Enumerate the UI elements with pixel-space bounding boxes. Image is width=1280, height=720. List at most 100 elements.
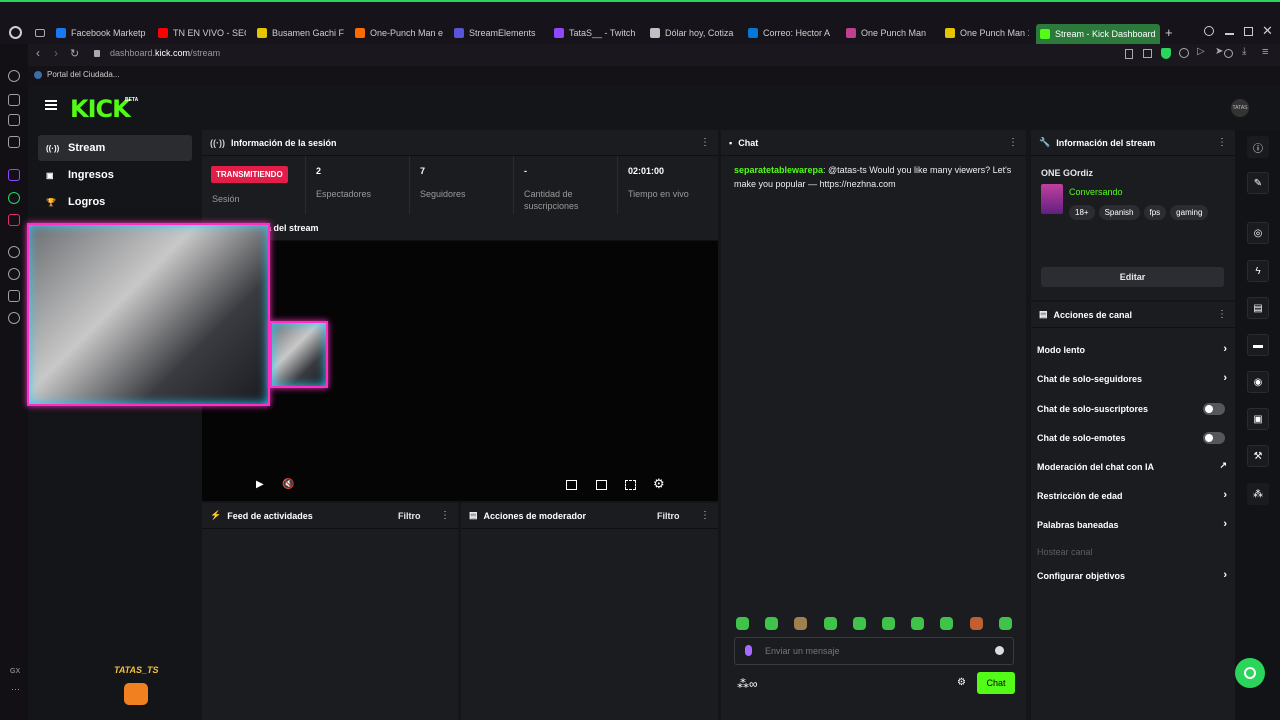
kick-logo[interactable]: KICK [70, 95, 131, 123]
stream-tag[interactable]: Spanish [1098, 205, 1140, 220]
camera-icon[interactable]: ▣ [1247, 408, 1269, 430]
session-options-icon[interactable]: ⋮ [700, 137, 710, 148]
settings-gear-icon[interactable]: ⚙ [653, 476, 665, 492]
back-icon[interactable]: ‹ [36, 46, 40, 60]
channel-action-item[interactable]: Palabras baneadas › [1037, 515, 1233, 535]
player-icon[interactable] [8, 246, 20, 258]
emote-icon[interactable] [852, 617, 866, 630]
emote-icon[interactable] [736, 617, 749, 630]
ad-block-icon[interactable] [1179, 48, 1189, 58]
mod-filter-button[interactable]: Filtro [657, 511, 680, 521]
user-avatar[interactable]: TATAS [1231, 99, 1249, 117]
extensions-icon[interactable] [8, 290, 20, 302]
instagram-icon[interactable] [8, 214, 20, 226]
bookmark-item[interactable]: Portal del Ciudada... [34, 70, 120, 79]
miniplayer-icon[interactable] [566, 480, 577, 490]
feed-filter-button[interactable]: Filtro [398, 511, 421, 521]
stream-tag[interactable]: fps [1143, 205, 1167, 220]
send-icon[interactable]: ➤ [1215, 46, 1223, 57]
nav-item[interactable]: ▣ Ingresos [38, 162, 192, 188]
stream-info-options-icon[interactable]: ⋮ [1217, 137, 1227, 148]
toggle-switch[interactable] [1203, 403, 1225, 415]
maximize-icon[interactable] [1244, 27, 1253, 36]
gx-store-icon[interactable] [8, 94, 20, 106]
scan-icon[interactable]: ◎ [1247, 222, 1269, 244]
emote-icon[interactable] [911, 617, 925, 630]
emote-icon[interactable] [882, 617, 895, 630]
feed-options-icon[interactable]: ⋮ [440, 510, 450, 521]
gx-player-icon[interactable] [8, 114, 20, 126]
new-tab-button[interactable]: + [1165, 25, 1173, 40]
browser-tab[interactable]: TataS__ - Twitch [550, 24, 639, 42]
wrench-tool-icon[interactable]: ⚒ [1247, 445, 1269, 467]
channel-action-item[interactable]: Chat de solo-suscriptores [1037, 399, 1233, 419]
menu-icon[interactable]: ≡ [1262, 46, 1268, 58]
settings-icon[interactable] [8, 312, 20, 324]
emoji-icon[interactable] [995, 646, 1004, 655]
browser-tab[interactable]: One-Punch Man e [351, 24, 443, 42]
browser-tab[interactable]: Stream - Kick Dashboard [1036, 24, 1160, 44]
chat-send-button[interactable]: Chat [977, 672, 1015, 694]
whatsapp-icon[interactable] [8, 192, 20, 204]
emote-icon[interactable] [794, 617, 808, 630]
fullscreen-icon[interactable] [625, 480, 636, 490]
forward-icon[interactable]: › [54, 46, 58, 60]
mute-icon[interactable]: 🔇 [282, 479, 294, 490]
hamburger-menu-icon[interactable] [45, 100, 57, 110]
history-icon[interactable] [8, 268, 20, 280]
snapshot-icon[interactable] [1143, 49, 1152, 58]
channel-action-item[interactable]: Configurar objetivos › [1037, 566, 1233, 586]
emote-icon[interactable] [998, 617, 1012, 630]
gx-control-icon[interactable] [8, 70, 20, 82]
browser-tab[interactable]: TN EN VIVO - SEG [154, 24, 246, 42]
broadcast-tool-icon[interactable]: ◉ [1247, 371, 1269, 393]
emote-icon[interactable] [823, 617, 837, 630]
bookmark-icon[interactable] [1125, 49, 1133, 59]
chat-message-input[interactable] [765, 643, 985, 659]
twitch-icon[interactable] [8, 169, 20, 181]
close-window-icon[interactable]: ✕ [1262, 23, 1273, 39]
browser-tab[interactable]: One Punch Man [842, 24, 934, 42]
channel-action-item[interactable]: Chat de solo-seguidores › [1037, 369, 1233, 389]
url-field[interactable]: dashboard.kick.com/stream [110, 48, 220, 58]
lightning-icon[interactable]: ϟ [1247, 260, 1269, 282]
theater-mode-icon[interactable] [596, 480, 607, 490]
channel-actions-options-icon[interactable]: ⋮ [1217, 309, 1227, 320]
opera-gx-logo-icon[interactable] [9, 26, 22, 39]
account-icon[interactable] [1224, 49, 1233, 58]
emote-icon[interactable] [765, 617, 779, 630]
chat-bubble-icon[interactable]: ▬ [1247, 334, 1269, 356]
chat-input[interactable] [734, 637, 1014, 665]
download-icon[interactable]: ⤓ [1242, 46, 1246, 57]
browser-tab[interactable]: Correo: Hector A [744, 24, 835, 42]
edit-button[interactable]: Editar [1041, 267, 1224, 287]
channel-action-item[interactable]: Chat de solo-emotes [1037, 428, 1233, 448]
stream-tag[interactable]: gaming [1170, 205, 1209, 220]
tabs-icon[interactable] [35, 29, 45, 37]
browser-tab[interactable]: Dólar hoy, Cotiza [646, 24, 737, 42]
channel-action-item[interactable]: Modo lento › [1037, 340, 1233, 360]
note-icon[interactable]: ▤ [1247, 297, 1269, 319]
info-icon[interactable]: ⓘ [1247, 136, 1269, 158]
chat-username[interactable]: separatetablewarepa [734, 165, 823, 175]
mic-icon[interactable] [745, 645, 752, 656]
edit-pencil-icon[interactable]: ✎ [1247, 172, 1269, 194]
channel-action-item[interactable]: Restricción de edad › [1037, 486, 1233, 506]
browser-tab[interactable]: Facebook Marketp [52, 24, 147, 42]
nav-item[interactable]: 🏆 Logros [38, 189, 192, 215]
users-tool-icon[interactable]: ⁂ [1247, 483, 1269, 505]
category-name[interactable]: Conversando [1069, 187, 1123, 197]
support-chat-button[interactable] [1235, 658, 1265, 688]
reload-icon[interactable]: ↻ [70, 47, 79, 60]
browser-tab[interactable]: Busamen Gachi F [253, 24, 344, 42]
play-button-icon[interactable]: ▶ [256, 479, 264, 490]
mod-options-icon[interactable]: ⋮ [700, 510, 710, 521]
search-tabs-icon[interactable] [1204, 26, 1214, 36]
chat-settings-icon[interactable]: ⚙ [957, 677, 966, 688]
nav-item[interactable]: ((·)) Stream [38, 135, 192, 161]
vpn-icon[interactable] [1161, 48, 1171, 59]
browser-tab[interactable]: One Punch Man 1 [941, 24, 1029, 42]
more-icon[interactable]: ··· [11, 684, 20, 694]
toggle-switch[interactable] [1203, 432, 1225, 444]
play-icon[interactable]: ▷ [1197, 46, 1205, 57]
